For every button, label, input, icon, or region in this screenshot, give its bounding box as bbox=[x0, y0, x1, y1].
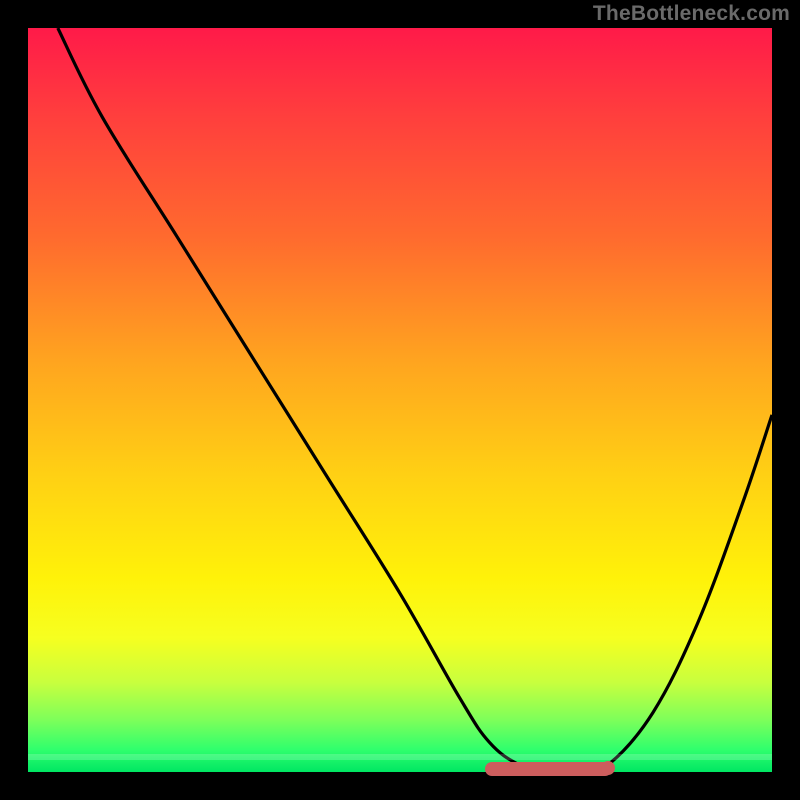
optimal-range-marker bbox=[485, 762, 612, 776]
bottleneck-curve-path bbox=[58, 28, 772, 772]
curve-svg bbox=[28, 28, 772, 772]
optimal-point-marker bbox=[601, 761, 615, 775]
chart-frame: TheBottleneck.com bbox=[0, 0, 800, 800]
watermark-text: TheBottleneck.com bbox=[593, 2, 790, 26]
plot-area bbox=[28, 28, 772, 772]
